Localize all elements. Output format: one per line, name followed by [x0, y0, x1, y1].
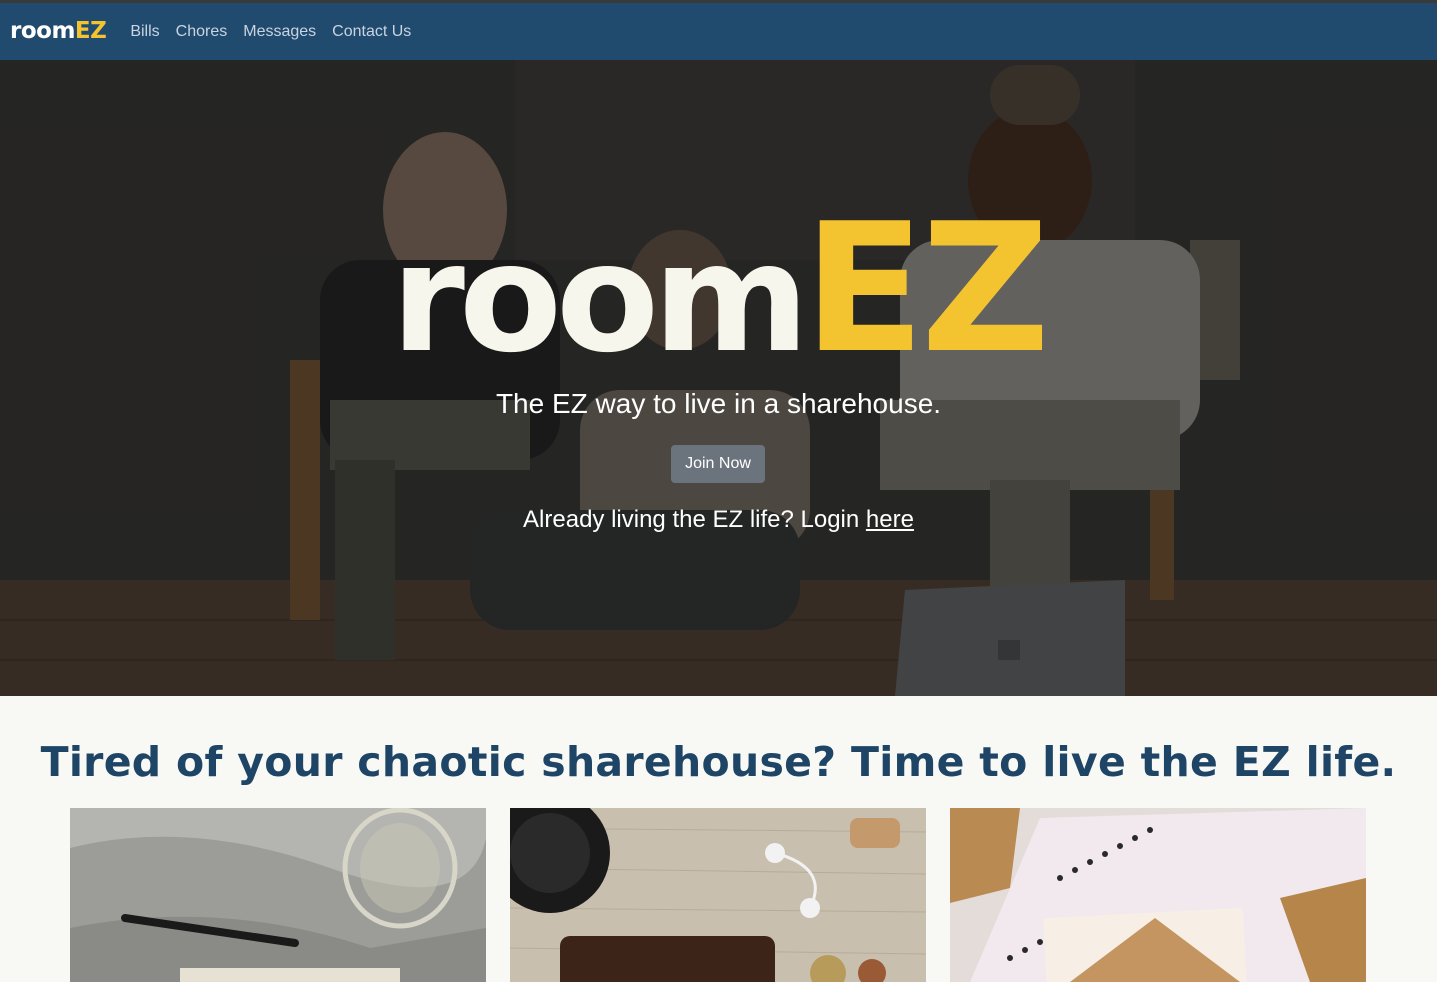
feature-card-image-wallet — [510, 808, 926, 982]
hero-logo-ez: EZ — [803, 185, 1050, 392]
brand-ez-text: EZ — [74, 18, 107, 44]
notebook-photo — [950, 808, 1366, 982]
section-title: Tired of your chaotic sharehouse? Time t… — [40, 738, 1397, 786]
desk-photo — [70, 808, 486, 982]
hero-section: roomEZ The EZ way to live in a sharehous… — [0, 60, 1437, 696]
wallet-photo — [510, 808, 926, 982]
login-prompt: Already living the EZ life? Login here — [0, 506, 1437, 534]
feature-card-image-desk — [70, 808, 486, 982]
brand-logo[interactable]: room EZ — [10, 18, 107, 44]
join-now-button[interactable]: Join Now — [671, 445, 765, 483]
navbar: room EZ Bills Chores Messages Contact Us — [0, 3, 1437, 60]
nav-link-bills[interactable]: Bills — [130, 23, 159, 41]
login-here-link[interactable]: here — [866, 506, 914, 533]
nav-links: Bills Chores Messages Contact Us — [130, 23, 427, 41]
hero-logo: roomEZ — [0, 200, 1437, 378]
login-prompt-text: Already living the EZ life? Login — [523, 506, 866, 533]
feature-card-image-notebook — [950, 808, 1366, 982]
nav-link-messages[interactable]: Messages — [243, 23, 316, 41]
nav-link-contact-us[interactable]: Contact Us — [332, 23, 411, 41]
hero-logo-room: room — [390, 212, 809, 386]
brand-room-text: room — [10, 18, 75, 44]
hero-tagline: The EZ way to live in a sharehouse. — [495, 388, 942, 419]
nav-link-chores[interactable]: Chores — [176, 23, 228, 41]
